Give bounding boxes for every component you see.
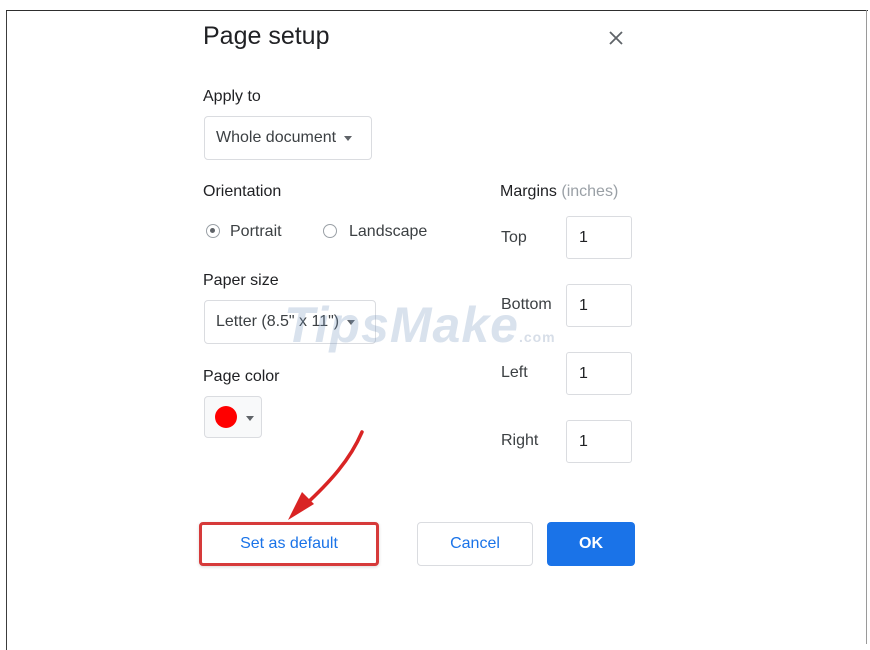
- window-top-border: [6, 10, 868, 11]
- chevron-down-icon: [246, 416, 254, 421]
- watermark-text: TipsMake: [284, 297, 519, 353]
- set-as-default-button[interactable]: Set as default: [199, 522, 379, 566]
- dialog-title: Page setup: [203, 22, 330, 50]
- page-color-label: Page color: [203, 368, 280, 385]
- margins-label: Margins (inches): [500, 183, 618, 201]
- landscape-radio[interactable]: [323, 224, 337, 238]
- margin-right-label: Right: [501, 432, 539, 449]
- margin-left-label: Left: [501, 364, 528, 381]
- margin-top-label: Top: [501, 229, 527, 246]
- portrait-radio[interactable]: [206, 224, 220, 238]
- apply-to-label: Apply to: [203, 88, 261, 105]
- apply-to-value: Whole document: [216, 129, 337, 146]
- margin-top-input[interactable]: [566, 216, 632, 259]
- margin-left-input[interactable]: [566, 352, 632, 395]
- close-icon[interactable]: [604, 26, 628, 50]
- apply-to-dropdown[interactable]: Whole document: [204, 116, 372, 160]
- margins-title: Margins: [500, 183, 557, 200]
- paper-size-label: Paper size: [203, 272, 279, 289]
- margin-bottom-input[interactable]: [566, 284, 632, 327]
- cancel-button[interactable]: Cancel: [417, 522, 533, 566]
- portrait-label[interactable]: Portrait: [230, 223, 282, 241]
- chevron-down-icon: [344, 135, 353, 141]
- margins-unit: (inches): [561, 183, 619, 200]
- annotation-arrow-icon: [288, 430, 364, 520]
- orientation-label: Orientation: [203, 183, 282, 200]
- page-color-button[interactable]: [204, 396, 262, 438]
- watermark-logo: TipsMake.com: [284, 296, 556, 354]
- window-right-border: [866, 10, 867, 644]
- landscape-label[interactable]: Landscape: [349, 223, 427, 241]
- margin-right-input[interactable]: [566, 420, 632, 463]
- ok-button[interactable]: OK: [547, 522, 635, 566]
- watermark-suffix: .com: [518, 329, 556, 345]
- color-swatch-icon: [215, 406, 237, 428]
